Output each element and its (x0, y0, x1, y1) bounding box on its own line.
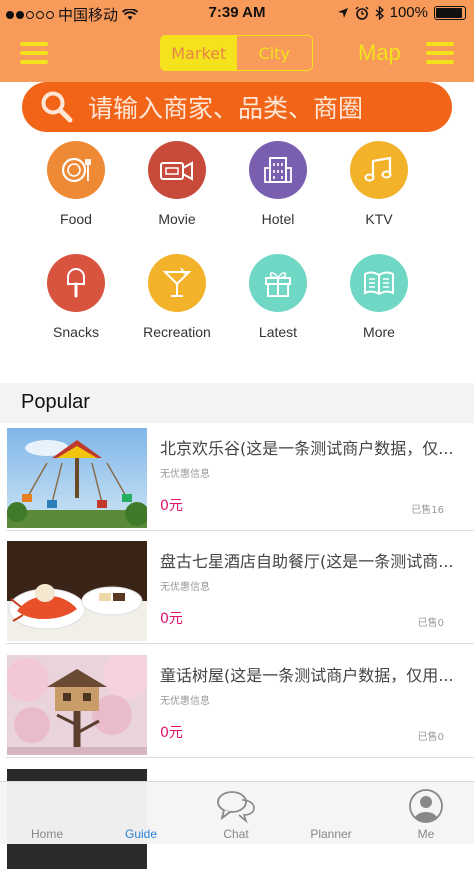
battery-icon (434, 5, 466, 20)
search-placeholder: 请输入商家、品类、商圈 (88, 94, 364, 123)
segment-market[interactable]: Market (161, 36, 237, 70)
tab-home[interactable]: Home (0, 782, 94, 844)
category-label: Snacks (53, 324, 99, 340)
item-price: 0元 (160, 498, 183, 514)
map-button[interactable]: Map (358, 40, 401, 66)
item-promo: 无优惠信息 (160, 696, 210, 707)
tab-label: Planner (310, 827, 352, 841)
film-camera-icon (148, 141, 206, 199)
music-note-icon (350, 141, 408, 199)
segment-city[interactable]: City (237, 36, 313, 70)
building-icon (249, 141, 307, 199)
thumbnail-treehouse (7, 655, 147, 755)
divider (6, 643, 474, 644)
left-menu-icon[interactable] (20, 42, 48, 64)
segmented-control: Market City (160, 35, 313, 71)
item-name: 盘古七星酒店自助餐厅(这是一条测试商... (160, 552, 454, 571)
item-name: 童话树屋(这是一条测试商户数据，仅用... (160, 666, 454, 685)
location-arrow-icon (337, 7, 348, 18)
category-label: Recreation (143, 324, 211, 340)
section-title: Popular (21, 391, 90, 413)
tab-label: Home (30, 827, 63, 841)
right-menu-icon[interactable] (426, 42, 454, 64)
divider (6, 757, 474, 758)
tab-planner[interactable]: Planner (284, 782, 378, 844)
tab-label: Guide (124, 827, 158, 841)
item-name: 北京欢乐谷(这是一条测试商户数据，仅... (160, 439, 454, 458)
tab-label: Chat (223, 827, 249, 841)
thumbnail-buffet (7, 541, 147, 641)
gift-icon (249, 254, 307, 312)
category-movie[interactable]: Movie (127, 141, 227, 227)
category-recreation[interactable]: Recreation (127, 254, 227, 340)
list-item[interactable]: 北京欢乐谷(这是一条测试商户数据，仅... 无优惠信息 0元 已售16 (0, 423, 474, 531)
search-icon (41, 91, 73, 123)
category-label: Hotel (261, 211, 295, 227)
status-bar: 中国移动 7:39 AM 100% (0, 0, 474, 26)
divider (6, 530, 474, 531)
tab-chat[interactable]: Chat (189, 782, 283, 844)
list-item[interactable]: 盘古七星酒店自助餐厅(这是一条测试商... 无优惠信息 0元 已售0 (0, 536, 474, 644)
category-food[interactable]: Food (26, 141, 126, 227)
category-hotel[interactable]: Hotel (228, 141, 328, 227)
category-label: Food (60, 211, 92, 227)
item-sold-count: 已售16 (411, 505, 444, 516)
chat-bubbles-icon (217, 791, 255, 824)
list-item[interactable]: 童话树屋(这是一条测试商户数据，仅用... 无优惠信息 0元 已售0 (0, 650, 474, 758)
tab-bar: Home Guide Chat Planner Me (0, 781, 474, 844)
popular-header: Popular (0, 383, 474, 423)
item-sold-count: 已售0 (417, 618, 444, 629)
item-promo: 无优惠信息 (160, 469, 210, 480)
nav-bar: Market City Map (0, 26, 474, 82)
item-promo: 无优惠信息 (160, 582, 210, 593)
user-avatar-icon (409, 789, 443, 823)
tab-label: Me (417, 827, 435, 841)
bluetooth-icon (375, 5, 384, 20)
category-latest[interactable]: Latest (228, 254, 328, 340)
battery-percent: 100% (389, 4, 428, 21)
cocktail-icon (148, 254, 206, 312)
thumbnail-amusement-park (7, 428, 147, 528)
category-label: Movie (158, 211, 196, 227)
ice-cream-icon (47, 254, 105, 312)
item-price: 0元 (160, 725, 183, 741)
category-label: Latest (258, 324, 298, 340)
category-label: More (363, 324, 395, 340)
category-more[interactable]: More (329, 254, 429, 340)
status-right: 100% (337, 4, 466, 21)
item-price: 0元 (160, 611, 183, 627)
tab-me[interactable]: Me (379, 782, 473, 844)
tab-guide[interactable]: Guide (94, 782, 188, 844)
alarm-clock-icon (355, 6, 369, 20)
category-snacks[interactable]: Snacks (26, 254, 126, 340)
category-label: KTV (365, 211, 393, 227)
search-bar[interactable]: 请输入商家、品类、商圈 (22, 82, 452, 132)
book-icon (350, 254, 408, 312)
category-ktv[interactable]: KTV (329, 141, 429, 227)
plate-icon (47, 141, 105, 199)
item-sold-count: 已售0 (417, 732, 444, 743)
